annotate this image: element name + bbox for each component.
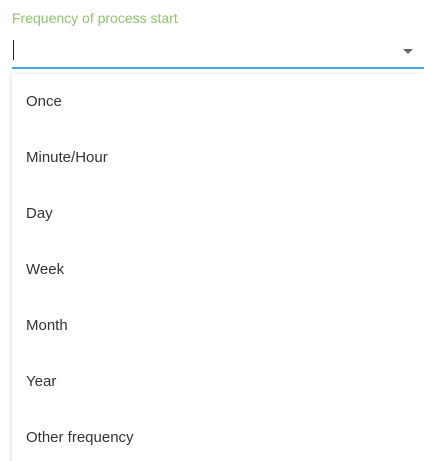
menu-item-minute-hour[interactable]: Minute/Hour	[12, 130, 424, 186]
menu-item-day[interactable]: Day	[12, 186, 424, 242]
frequency-select-input[interactable]	[12, 38, 424, 68]
menu-item-once[interactable]: Once	[12, 74, 424, 130]
menu-item-label: Year	[26, 373, 57, 390]
menu-item-label: Day	[26, 205, 53, 222]
chevron-down-icon[interactable]	[403, 49, 413, 54]
frequency-field-label: Frequency of process start	[12, 10, 178, 26]
frequency-dropdown-menu: Once Minute/Hour Day Week Month Year Oth…	[12, 74, 424, 461]
menu-item-week[interactable]: Week	[12, 242, 424, 298]
frequency-select-underline	[12, 67, 424, 69]
text-caret	[13, 40, 14, 60]
menu-item-label: Once	[26, 93, 62, 110]
menu-item-label: Week	[26, 261, 65, 278]
menu-item-month[interactable]: Month	[12, 298, 424, 354]
menu-item-label: Minute/Hour	[26, 149, 108, 166]
menu-item-label: Month	[26, 317, 68, 334]
menu-item-year[interactable]: Year	[12, 354, 424, 410]
menu-item-label: Other frequency	[26, 429, 134, 446]
menu-item-other-frequency[interactable]: Other frequency	[12, 410, 424, 461]
